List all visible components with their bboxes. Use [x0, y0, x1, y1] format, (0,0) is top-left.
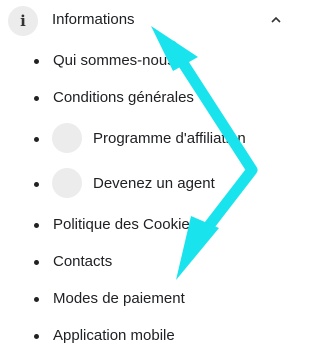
menu-item-programme-affiliation[interactable]: Programme d'affiliation	[0, 123, 300, 154]
avatar	[52, 123, 82, 153]
menu-item-label: Application mobile	[53, 327, 175, 344]
menu-item-label: Conditions générales	[53, 89, 194, 106]
menu-item-label: Contacts	[53, 253, 113, 270]
bullet	[34, 182, 39, 187]
menu-item-contacts[interactable]: Contacts	[0, 247, 300, 277]
menu-item-qui-sommes-nous[interactable]: Qui sommes-nous	[0, 46, 300, 76]
avatar	[52, 168, 82, 198]
menu-item-label: Politique des Cookies	[53, 216, 198, 233]
bullet	[34, 223, 39, 228]
informations-section-header[interactable]: i Informations	[0, 0, 300, 40]
bullet	[34, 137, 39, 142]
menu-item-politique-cookies[interactable]: Politique des Cookies	[0, 210, 300, 240]
menu-item-conditions-generales[interactable]: Conditions générales	[0, 83, 300, 113]
menu-item-label: Devenez un agent	[93, 175, 215, 192]
menu-item-devenez-agent[interactable]: Devenez un agent	[0, 168, 300, 199]
bullet	[34, 334, 39, 339]
menu-item-label: Modes de paiement	[53, 290, 185, 307]
menu-item-application-mobile[interactable]: Application mobile	[0, 321, 300, 351]
chevron-up-icon[interactable]	[268, 12, 284, 28]
menu-item-label: Qui sommes-nous	[53, 52, 175, 69]
bullet	[34, 297, 39, 302]
info-icon: i	[8, 6, 38, 36]
menu-item-label: Programme d'affiliation	[93, 130, 246, 147]
bullet	[34, 96, 39, 101]
menu-item-modes-paiement[interactable]: Modes de paiement	[0, 284, 300, 314]
section-title: Informations	[52, 11, 135, 28]
bullet	[34, 59, 39, 64]
bullet	[34, 260, 39, 265]
